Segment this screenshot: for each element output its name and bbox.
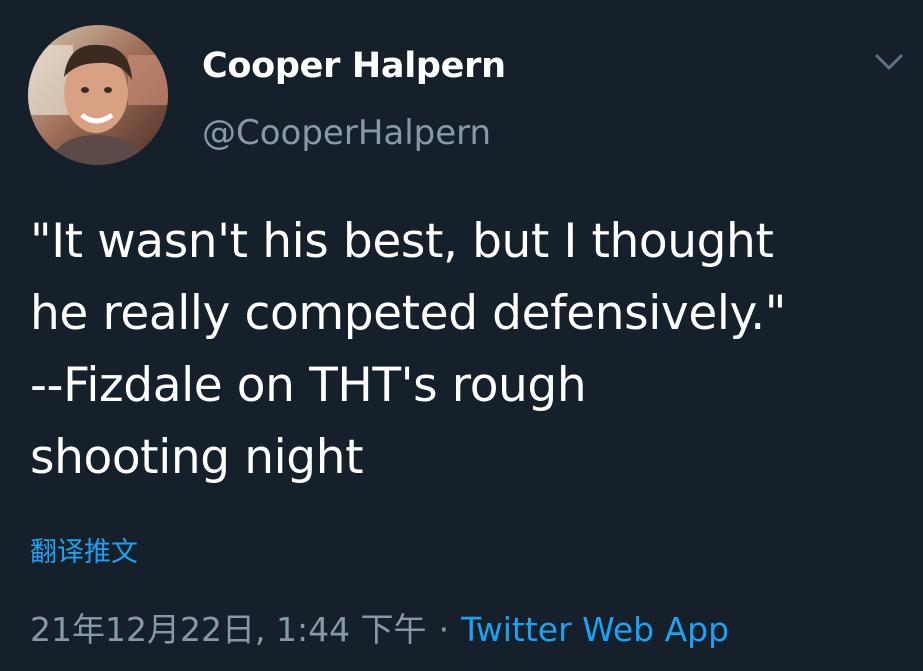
tweet-card: Cooper Halpern @CooperHalpern "It wasn't… (0, 0, 923, 671)
translate-tweet-link[interactable]: 翻译推文 (30, 530, 138, 569)
chevron-down-icon[interactable] (874, 51, 904, 73)
tweet-metadata: 21年12月22日, 1:44 下午 · Twitter Web App (30, 603, 729, 651)
tweet-text: "It wasn't his best, but I thought he re… (30, 214, 786, 485)
user-name[interactable]: Cooper Halpern (202, 46, 506, 86)
avatar[interactable] (28, 25, 168, 165)
tweet-timestamp[interactable]: 21年12月22日, 1:44 下午 (30, 610, 427, 649)
user-handle[interactable]: @CooperHalpern (202, 113, 491, 153)
meta-separator: · (438, 610, 450, 649)
avatar-photo (28, 25, 168, 165)
tweet-source-link[interactable]: Twitter Web App (461, 610, 729, 649)
